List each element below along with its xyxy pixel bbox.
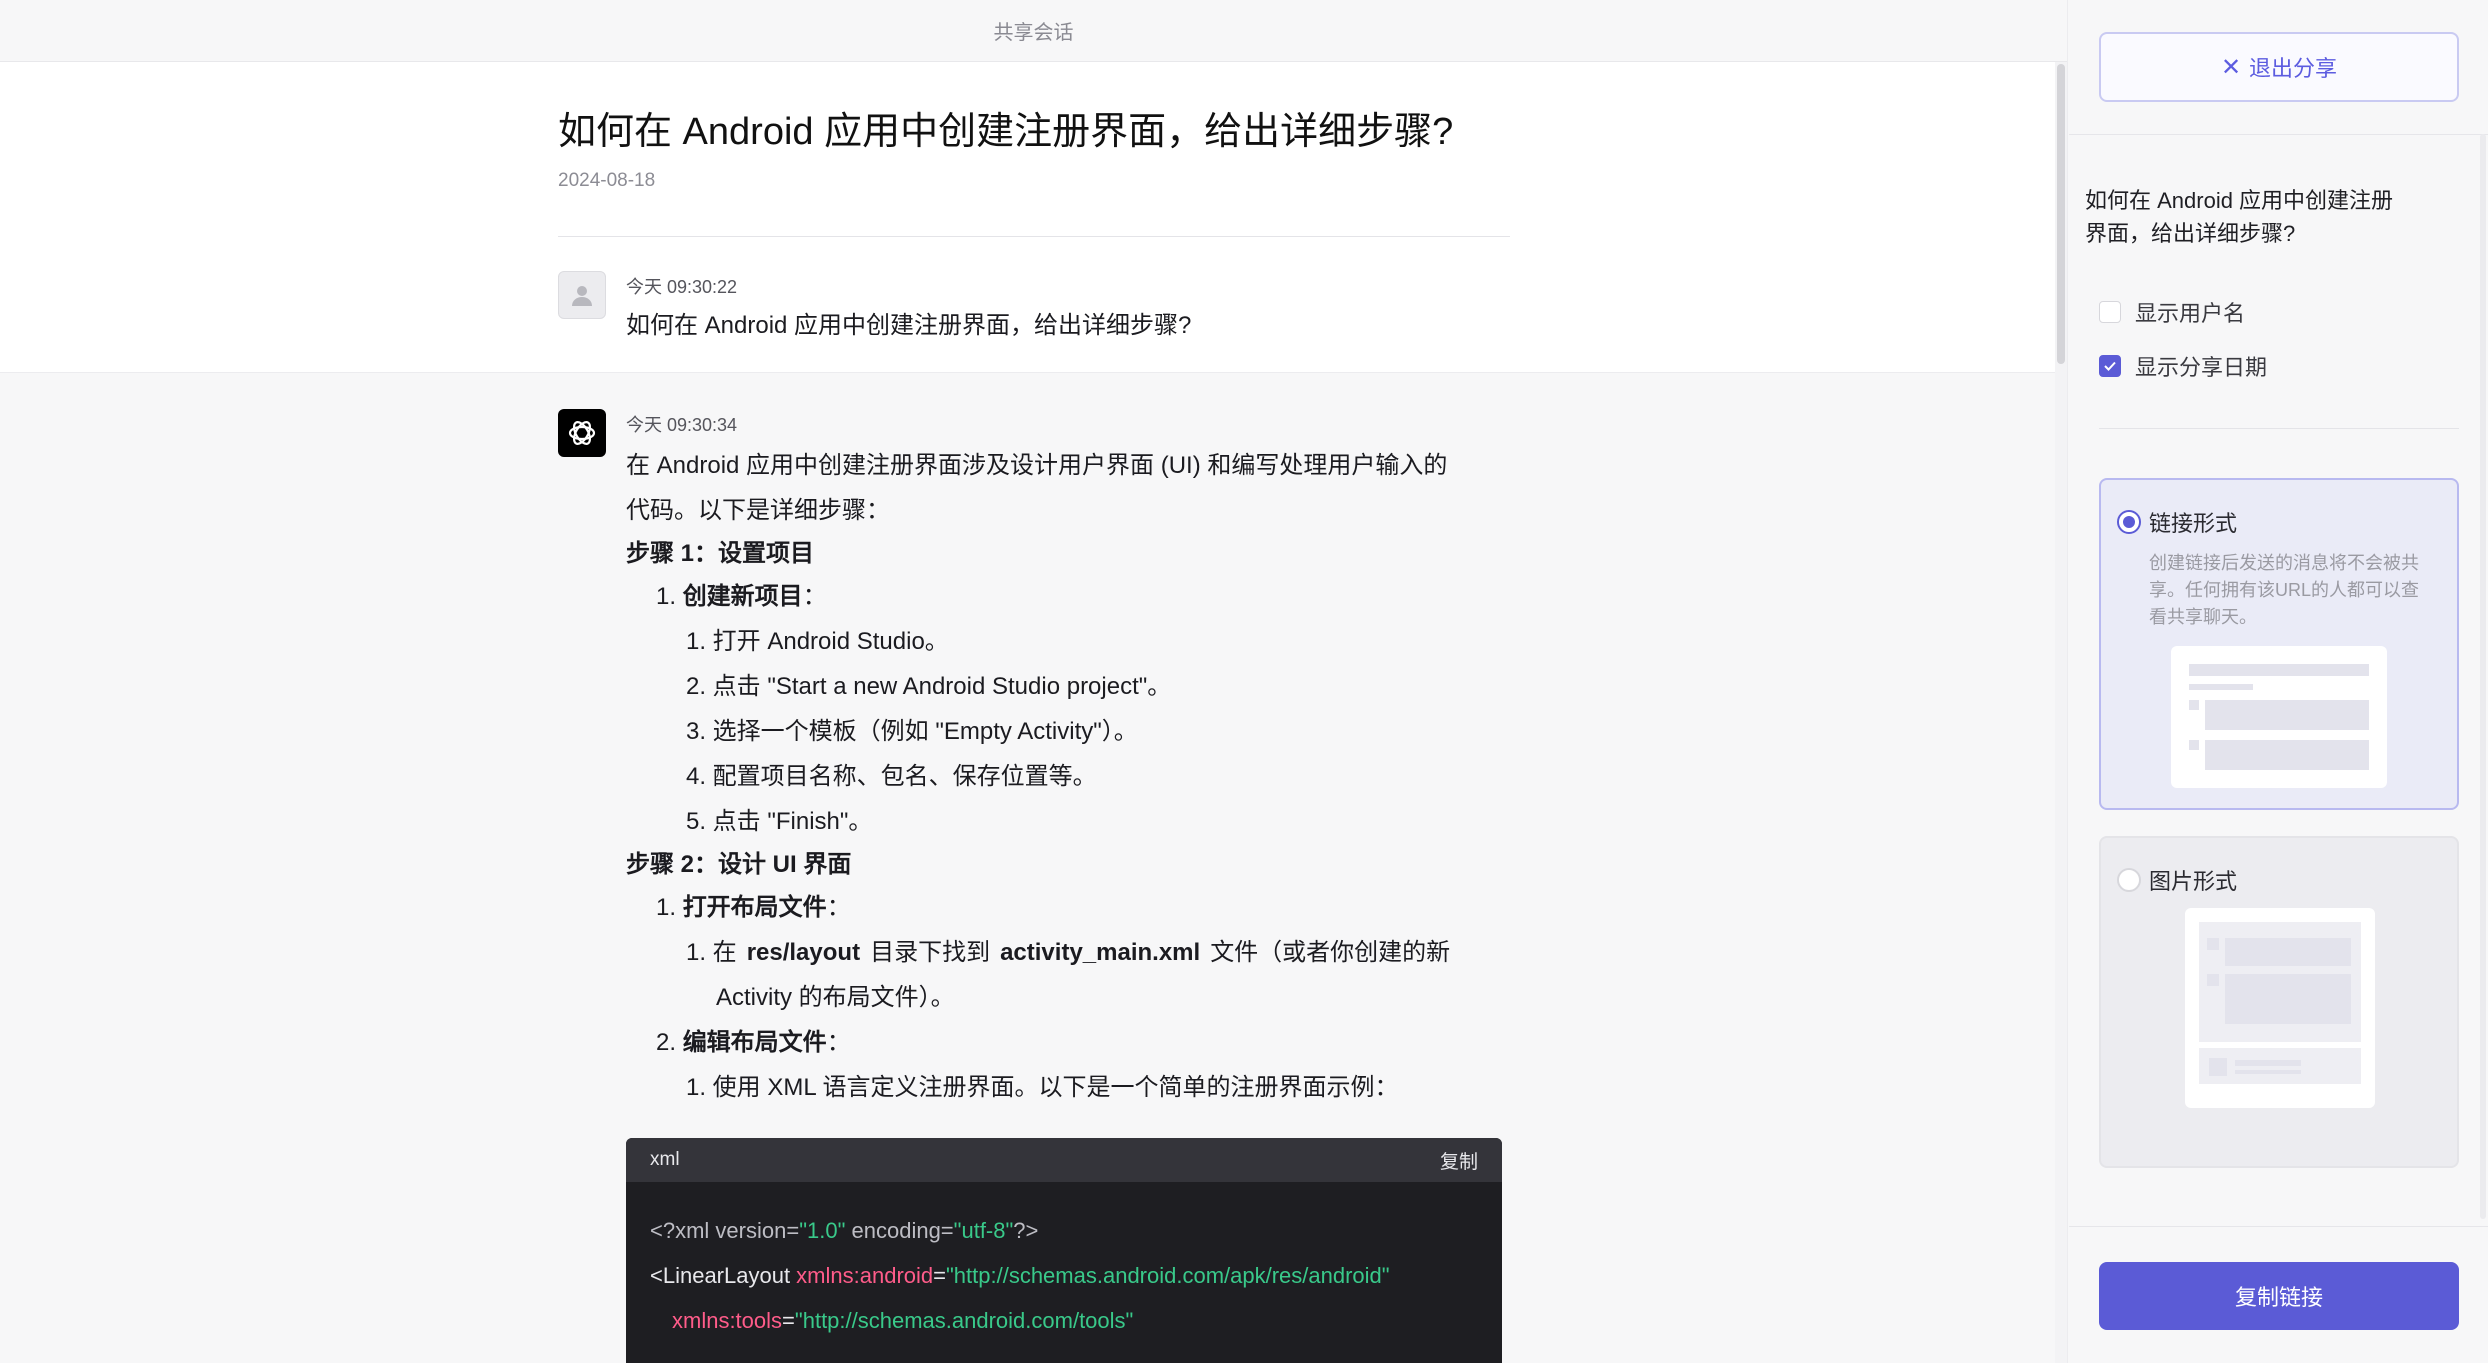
- page-header-title: 共享会话: [993, 22, 1074, 44]
- step1-heading: 步骤 1：设置项目: [626, 540, 815, 568]
- step2-item2: 2. 编辑布局文件：: [656, 1029, 851, 1057]
- user-message-time: 今天 09:30:22: [626, 276, 738, 297]
- app-root: 共享会话 如何在 Android 应用中创建注册界面，给出详细步骤? 2024-…: [0, 0, 2488, 1363]
- assistant-message-text: 在 Android 应用中创建注册界面涉及设计用户界面 (UI) 和编写处理用户…: [626, 443, 1510, 1110]
- assistant-message: 今天 09:30:34 在 Android 应用中创建注册界面涉及设计用户界面 …: [558, 373, 1510, 1363]
- code-line: <LinearLayout xmlns:android="http://sche…: [650, 1263, 1390, 1289]
- conversation-date: 2024-08-18: [558, 169, 656, 191]
- radio-unselected-icon: [2117, 868, 2141, 892]
- conversation-title: 如何在 Android 应用中创建注册界面，给出详细步骤?: [558, 111, 1454, 153]
- user-silhouette-icon: [572, 285, 592, 306]
- step1-item1: 1. 创建新项目：: [656, 583, 827, 611]
- options-divider: [2099, 428, 2459, 429]
- conversation-header-section: 如何在 Android 应用中创建注册界面，给出详细步骤? 2024-08-18…: [0, 62, 2056, 373]
- copy-link-button[interactable]: 复制链接: [2099, 1262, 2459, 1330]
- link-format-description: 创建链接后发送的消息将不会被共享。任何拥有该URL的人都可以查看共享聊天。: [2149, 553, 2420, 627]
- user-avatar: [558, 270, 606, 319]
- step2-item2-sub: 1. 使用 XML 语言定义注册界面。以下是一个简单的注册界面示例：: [686, 1074, 1399, 1102]
- code-line: xmlns:tools="http://schemas.android.com/…: [672, 1308, 1134, 1334]
- checkbox-checked-icon: [2099, 355, 2121, 377]
- inline-code: activity_main.xml: [1000, 939, 1201, 967]
- step1-sub-item: 2. 点击 "Start a new Android Studio projec…: [686, 673, 1172, 701]
- code-language-label: xml: [650, 1149, 680, 1171]
- inline-code: res/layout: [746, 939, 861, 967]
- conversation-content: 如何在 Android 应用中创建注册界面，给出详细步骤? 2024-08-18…: [0, 62, 2056, 1363]
- intro-line-2: 代码。以下是详细步骤：: [626, 497, 890, 525]
- top-bar: 共享会话: [0, 0, 2067, 62]
- step2-item1: 1. 打开布局文件：: [656, 894, 851, 922]
- show-username-label: 显示用户名: [2135, 301, 2246, 326]
- assistant-message-time: 今天 09:30:34: [626, 415, 738, 436]
- share-panel: ✕ 退出分享 如何在 Android 应用中创建注册界面，给出详细步骤? 显示用…: [2069, 0, 2488, 1363]
- user-message-text: 如何在 Android 应用中创建注册界面，给出详细步骤?: [626, 311, 1192, 339]
- copy-code-button[interactable]: 复制: [1440, 1147, 1478, 1174]
- user-message: 今天 09:30:22 如何在 Android 应用中创建注册界面，给出详细步骤…: [558, 237, 1510, 373]
- step1-sub-item: 1. 打开 Android Studio。: [686, 628, 949, 656]
- main-scrollbar-thumb[interactable]: [2057, 64, 2065, 364]
- link-format-option[interactable]: 链接形式 创建链接后发送的消息将不会被共享。任何拥有该URL的人都可以查看共享聊…: [2099, 478, 2459, 810]
- code-line: <?xml version="1.0" encoding="utf-8"?>: [650, 1218, 1039, 1244]
- link-preview-thumbnail-icon: [2171, 646, 2387, 788]
- code-block: xml 复制 <?xml version="1.0" encoding="utf…: [626, 1138, 1502, 1363]
- link-format-label: 链接形式: [2149, 511, 2238, 536]
- show-date-label: 显示分享日期: [2135, 355, 2268, 380]
- close-icon: ✕: [2220, 53, 2242, 81]
- intro-line-1: 在 Android 应用中创建注册界面涉及设计用户界面 (UI) 和编写处理用户…: [626, 452, 1448, 480]
- step1-sub-item: 3. 选择一个模板（例如 "Empty Activity"）。: [686, 718, 1138, 746]
- show-username-checkbox[interactable]: 显示用户名: [2099, 296, 2245, 328]
- openai-logo-icon: [568, 421, 596, 446]
- code-block-header: xml 复制: [626, 1138, 1502, 1183]
- step2-heading: 步骤 2：设计 UI 界面: [626, 851, 852, 879]
- checkbox-unchecked-icon: [2099, 301, 2121, 323]
- image-format-option[interactable]: 图片形式: [2099, 836, 2459, 1168]
- exit-share-button[interactable]: ✕ 退出分享: [2099, 32, 2459, 102]
- panel-divider: [2069, 134, 2488, 135]
- assistant-message-section: 今天 09:30:34 在 Android 应用中创建注册界面涉及设计用户界面 …: [0, 372, 2056, 1363]
- code-content: <?xml version="1.0" encoding="utf-8"?> <…: [626, 1182, 1502, 1363]
- exit-share-label: 退出分享: [2249, 56, 2338, 81]
- assistant-avatar: [558, 409, 606, 458]
- step2-item1-sub: 1. 在 res/layout 目录下找到 activity_main.xml 文件（或…: [686, 939, 1451, 1012]
- image-preview-thumbnail-icon: [2185, 908, 2375, 1108]
- image-format-label: 图片形式: [2149, 869, 2238, 894]
- footer-divider: [2069, 1226, 2488, 1227]
- step1-sub-item: 5. 点击 "Finish"。: [686, 808, 873, 836]
- step1-sub-item: 4. 配置项目名称、包名、保存位置等。: [686, 763, 1097, 791]
- panel-scrollbar[interactable]: [2480, 134, 2486, 1219]
- shared-question: 如何在 Android 应用中创建注册界面，给出详细步骤?: [2085, 188, 2394, 246]
- radio-selected-icon: [2117, 510, 2141, 534]
- show-date-checkbox[interactable]: 显示分享日期: [2099, 350, 2267, 382]
- conversation-pane: 共享会话 如何在 Android 应用中创建注册界面，给出详细步骤? 2024-…: [0, 0, 2068, 1363]
